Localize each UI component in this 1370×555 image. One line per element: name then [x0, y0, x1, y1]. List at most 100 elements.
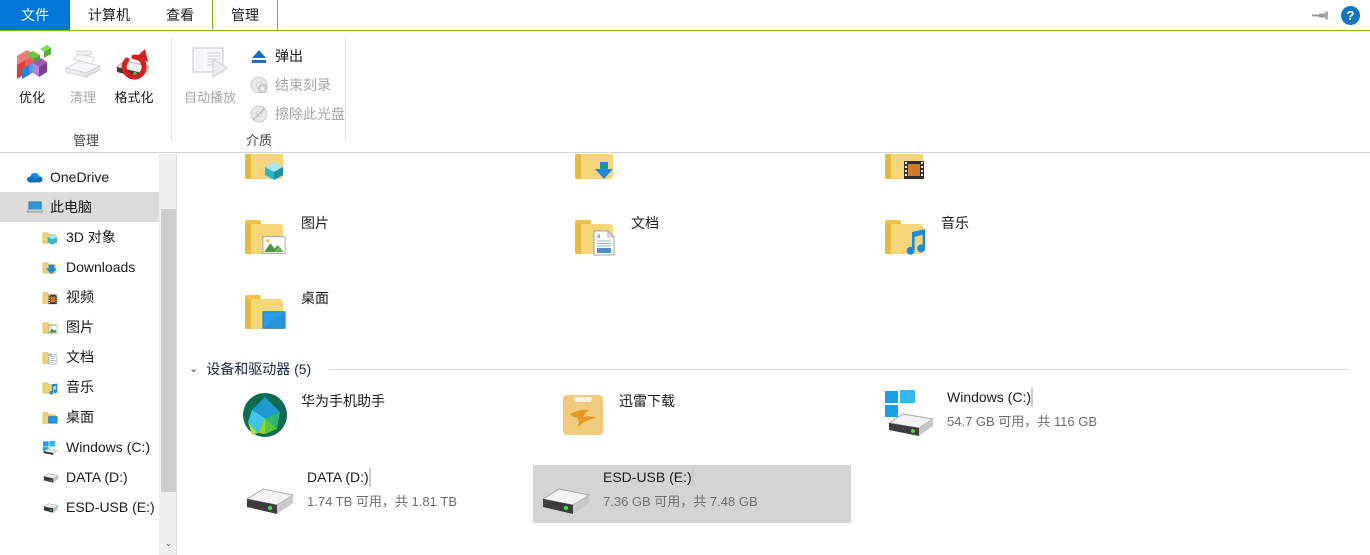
optimize-label: 优化 — [18, 90, 45, 105]
folder-label: 桌面 — [301, 290, 329, 306]
erase-disc-label: 擦除此光盘 — [275, 106, 345, 122]
sidebar-item-data-d[interactable]: DATA (D:) — [0, 462, 176, 492]
sidebar-item-3d-objects[interactable]: 3D 对象 — [0, 222, 176, 252]
devices-group-header[interactable]: ⌄ 设备和驱动器 (5) — [177, 357, 1370, 381]
sidebar-item-label: 音乐 — [66, 379, 94, 395]
drive-usage-text: 7.36 GB 可用，共 7.48 GB — [603, 494, 758, 509]
sidebar-item-partial-top[interactable] — [0, 154, 176, 162]
drive-icon — [42, 469, 59, 486]
autoplay-label: 自动播放 — [183, 90, 236, 105]
scrollbar-thumb[interactable] — [161, 209, 176, 492]
sidebar-item-label: 图片 — [66, 319, 94, 335]
folder-desktop-icon — [42, 409, 59, 426]
scroll-down-arrow-icon[interactable]: ⌄ — [160, 535, 176, 552]
content-scroll-area: 图片 A 文档 音乐 桌面 ⌄ 设备和驱动器 (5) 华为手机助手 迅雷下载 W… — [177, 154, 1370, 541]
sidebar-item-pictures[interactable]: 图片 — [0, 312, 176, 342]
tab-file[interactable]: 文件 — [0, 0, 70, 30]
explorer-body: OneDrive 此电脑 3D 对象 Downloads 视频 图片 A 文档 … — [0, 154, 1370, 555]
tab-computer[interactable]: 计算机 — [70, 0, 148, 30]
sidebar-item-esd-usb-e[interactable]: ESD-USB (E:) — [0, 492, 176, 522]
folder-icon — [42, 154, 59, 156]
device-tile-xunlei[interactable]: 迅雷下载 — [555, 389, 679, 441]
svg-text:A: A — [49, 353, 52, 357]
ribbon: 优化 清理 格式化 管理 自动播放 弹出 结束刻录 擦除此光盘 介质 — [0, 30, 1370, 153]
sidebar-item-label: 文档 — [66, 349, 94, 365]
folder-pictures-icon — [241, 213, 289, 261]
group-header-line — [329, 368, 1350, 370]
finish-burning-label: 结束刻录 — [275, 77, 331, 93]
sidebar-item-downloads[interactable]: Downloads — [0, 252, 176, 282]
cleanup-label: 清理 — [69, 90, 96, 105]
drive-icon — [241, 467, 299, 521]
pin-ribbon-icon[interactable] — [1311, 7, 1331, 23]
erase-disc-button[interactable]: 擦除此光盘 — [250, 104, 345, 124]
folder-tile-documents[interactable]: A 文档 — [567, 211, 663, 263]
folder-downloads-icon — [42, 259, 59, 276]
sidebar-item-label: 此电脑 — [50, 199, 92, 215]
content-pane: 图片 A 文档 音乐 桌面 ⌄ 设备和驱动器 (5) 华为手机助手 迅雷下载 W… — [177, 154, 1370, 555]
sidebar-item-desktop[interactable]: 桌面 — [0, 402, 176, 432]
folder-videos-icon — [42, 289, 59, 306]
eject-label: 弹出 — [275, 48, 303, 64]
this-pc-icon — [26, 199, 44, 216]
tab-bar-actions: ? — [1311, 0, 1370, 30]
music-note-badge-icon — [906, 229, 926, 255]
device-label: Windows (C:) — [947, 389, 1032, 405]
folder-label: 文档 — [631, 215, 659, 231]
device-label: ESD-USB (E:) — [603, 469, 692, 485]
film-strip-badge-icon — [904, 161, 924, 179]
folder-videos-icon — [881, 154, 929, 186]
sidebar-item-label: 3D 对象 — [66, 229, 116, 245]
ribbon-group-manage: 优化 清理 格式化 管理 — [0, 31, 172, 153]
sidebar-item-this-pc[interactable]: 此电脑 — [0, 192, 176, 222]
navigation-list: OneDrive 此电脑 3D 对象 Downloads 视频 图片 A 文档 … — [0, 154, 176, 522]
folder-documents-icon: A — [42, 349, 59, 366]
folder-tile-downloads[interactable] — [567, 154, 635, 188]
navigation-pane: OneDrive 此电脑 3D 对象 Downloads 视频 图片 A 文档 … — [0, 154, 176, 555]
sidebar-item-label: Downloads — [66, 259, 136, 275]
photo-badge-icon — [262, 236, 286, 254]
folder-tile-videos[interactable] — [877, 154, 945, 188]
document-badge-icon: A — [593, 230, 615, 256]
help-icon[interactable]: ? — [1341, 5, 1360, 25]
sidebar-item-music[interactable]: 音乐 — [0, 372, 176, 402]
autoplay-button[interactable]: 自动播放 — [178, 41, 242, 106]
sidebar-item-documents[interactable]: A 文档 — [0, 342, 176, 372]
folder-tile-3d-objects[interactable] — [237, 154, 305, 188]
folder-music-icon — [881, 213, 929, 261]
windows-drive-icon — [881, 387, 939, 441]
finish-burning-button[interactable]: 结束刻录 — [250, 75, 331, 95]
sidebar-item-onedrive[interactable]: OneDrive — [0, 162, 176, 192]
tab-manage[interactable]: 管理 — [212, 0, 278, 30]
ribbon-tab-bar: 文件 计算机 查看 管理 ? — [0, 0, 1370, 30]
xunlei-icon — [559, 391, 607, 439]
chevron-down-icon[interactable]: ⌄ — [189, 363, 198, 375]
folder-tile-music[interactable]: 音乐 — [877, 211, 973, 263]
device-tile-esd-usb-e[interactable]: ESD-USB (E:) 7.36 GB 可用，共 7.48 GB — [533, 465, 851, 523]
format-label: 格式化 — [114, 90, 154, 105]
windows-drive-icon — [42, 439, 59, 456]
drive-usage-text: 1.74 TB 可用，共 1.81 TB — [307, 494, 458, 509]
defragment-icon — [11, 41, 53, 83]
sidebar-item-videos[interactable]: 视频 — [0, 282, 176, 312]
eject-button[interactable]: 弹出 — [250, 46, 303, 66]
device-tile-huawei[interactable]: 华为手机助手 — [237, 389, 389, 441]
device-tile-windows-c[interactable]: Windows (C:) 54.7 GB 可用，共 116 GB — [877, 385, 1167, 443]
download-arrow-badge-icon — [595, 162, 613, 179]
device-tile-data-d[interactable]: DATA (D:) 1.74 TB 可用，共 1.81 TB — [237, 465, 527, 523]
format-button[interactable]: 格式化 — [104, 41, 164, 106]
sidebar-item-label: 桌面 — [66, 409, 94, 425]
folder-tile-desktop[interactable]: 桌面 — [237, 286, 333, 338]
device-label: DATA (D:) — [307, 469, 369, 485]
navigation-scrollbar[interactable]: ⌄ — [159, 154, 176, 555]
sidebar-item-windows-c[interactable]: Windows (C:) — [0, 432, 176, 462]
svg-text:A: A — [596, 235, 601, 241]
folder-label: 音乐 — [941, 215, 969, 231]
folder-pictures-icon — [42, 319, 59, 336]
ribbon-group-manage-label: 管理 — [72, 133, 99, 148]
folder-music-icon — [42, 379, 59, 396]
tab-view[interactable]: 查看 — [148, 0, 212, 30]
device-label: 迅雷下载 — [619, 393, 675, 409]
erase-disc-icon — [250, 105, 268, 123]
folder-tile-pictures[interactable]: 图片 — [237, 211, 333, 263]
